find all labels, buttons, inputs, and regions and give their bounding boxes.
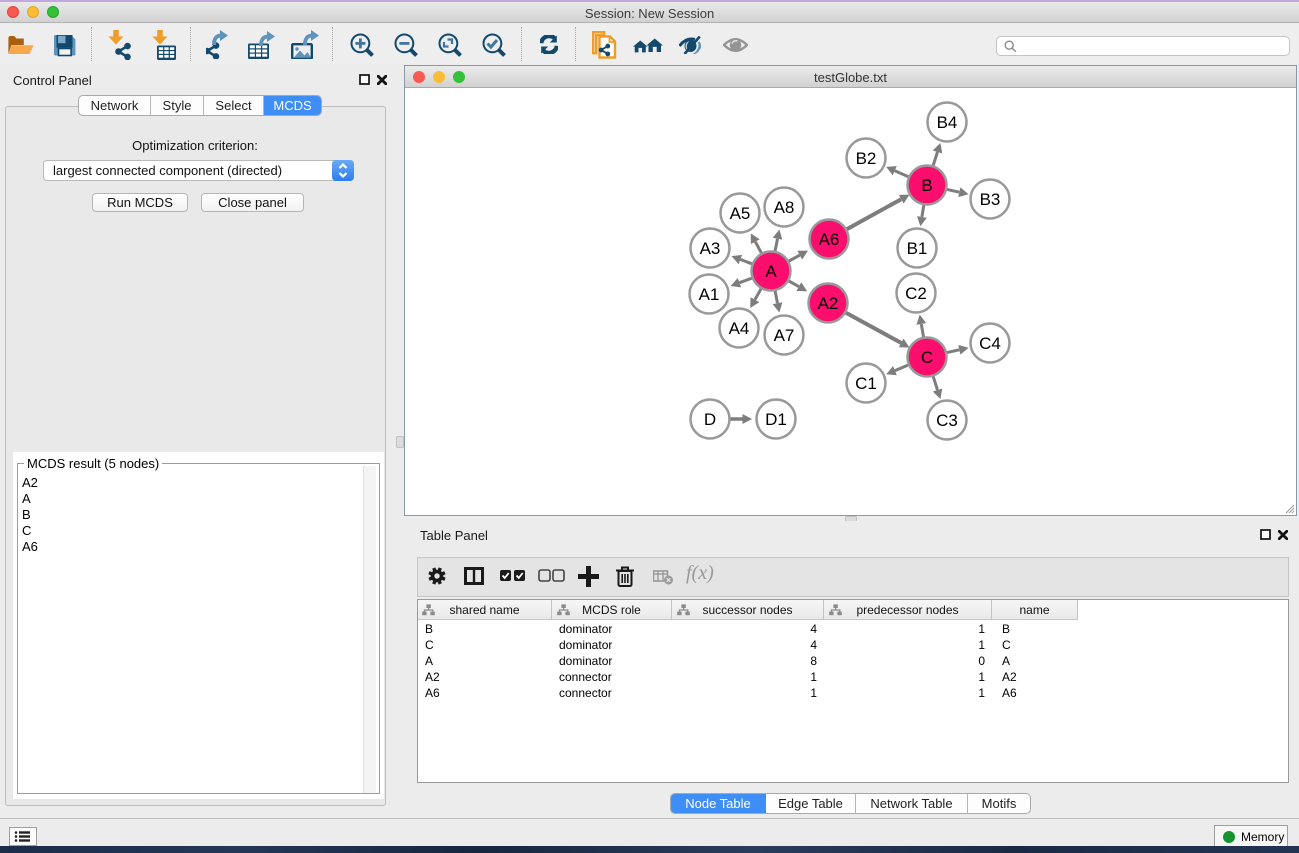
svg-text:D: D [704, 410, 716, 429]
svg-text:B1: B1 [907, 239, 928, 258]
svg-text:C4: C4 [979, 334, 1001, 353]
svg-text:A5: A5 [730, 204, 751, 223]
svg-text:D1: D1 [765, 410, 787, 429]
svg-text:A3: A3 [700, 239, 721, 258]
svg-text:B2: B2 [856, 149, 877, 168]
svg-text:B: B [921, 176, 932, 195]
svg-text:C3: C3 [936, 411, 958, 430]
svg-text:A2: A2 [818, 294, 839, 313]
svg-text:C: C [921, 348, 933, 367]
svg-text:A7: A7 [774, 326, 795, 345]
svg-text:B3: B3 [980, 190, 1001, 209]
svg-text:C1: C1 [855, 374, 877, 393]
svg-text:A6: A6 [819, 230, 840, 249]
svg-text:C2: C2 [905, 284, 927, 303]
svg-text:B4: B4 [937, 113, 958, 132]
svg-text:A: A [765, 262, 777, 281]
svg-text:A8: A8 [774, 198, 795, 217]
svg-text:A1: A1 [699, 285, 720, 304]
svg-text:A4: A4 [729, 319, 750, 338]
